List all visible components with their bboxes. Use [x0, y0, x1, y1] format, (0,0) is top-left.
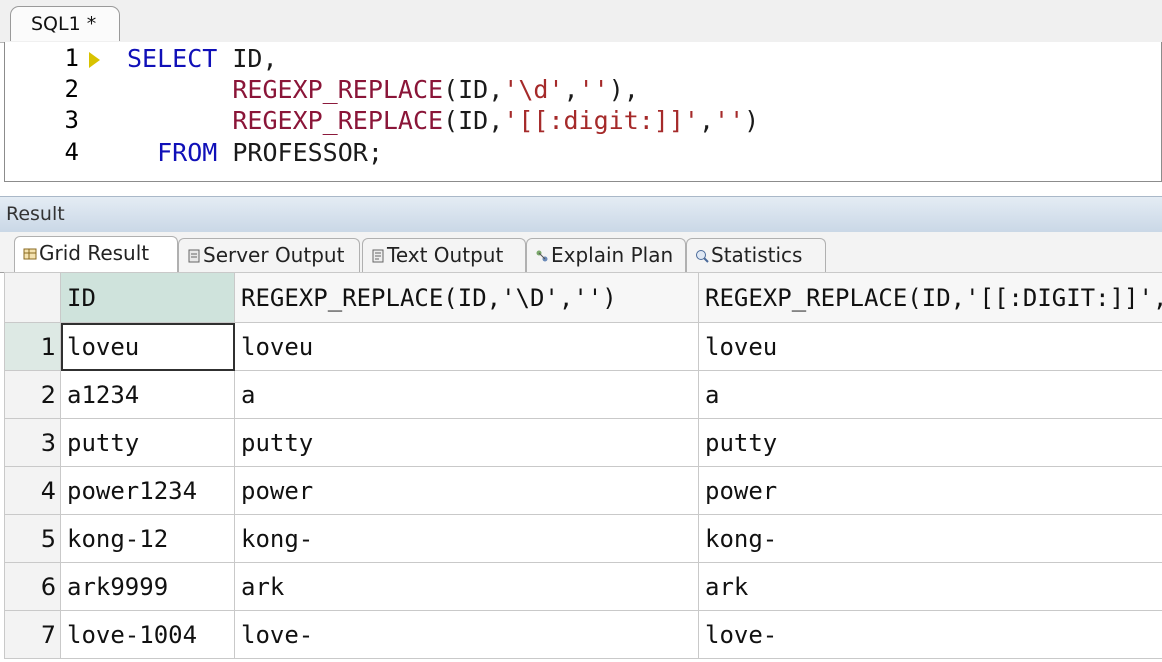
tab-text-output[interactable]: Text Output: [362, 238, 526, 272]
sql-text: ID,: [217, 44, 278, 73]
result-grid[interactable]: ID REGEXP_REPLACE(ID,'\D','') REGEXP_REP…: [4, 272, 1162, 662]
sql-function: REGEXP_REPLACE: [232, 75, 444, 104]
line-number: 2: [64, 75, 79, 103]
row-number[interactable]: 3: [4, 418, 61, 467]
editor-tab-strip: SQL1 *: [0, 0, 1162, 43]
sql-string: '': [578, 75, 609, 104]
line-number: 3: [64, 106, 79, 134]
tab-server-output[interactable]: Server Output: [178, 238, 360, 272]
explain-plan-icon: [536, 250, 548, 262]
table-cell[interactable]: a: [234, 370, 699, 419]
sql-text: (ID,: [443, 106, 504, 135]
table-cell[interactable]: love-: [698, 610, 1162, 659]
sql-function: REGEXP_REPLACE: [232, 106, 444, 135]
sql-string: '': [714, 106, 745, 135]
column-header-regexp-replace-digit[interactable]: REGEXP_REPLACE(ID,'[[:DIGIT:]]',''): [698, 272, 1162, 323]
table-row[interactable]: 2 a1234 a a: [4, 370, 1162, 419]
table-cell[interactable]: loveu: [698, 322, 1162, 371]
result-table: ID REGEXP_REPLACE(ID,'\D','') REGEXP_REP…: [4, 272, 1162, 659]
sql-text: ,: [698, 106, 715, 135]
tab-grid-result[interactable]: Grid Result: [14, 236, 178, 273]
table-row[interactable]: 1 loveu loveu loveu: [4, 322, 1162, 371]
table-row[interactable]: 4 power1234 power power: [4, 466, 1162, 515]
code-line[interactable]: REGEXP_REPLACE(ID,'\d',''),: [127, 75, 639, 104]
code-line[interactable]: SELECT ID,: [127, 44, 278, 73]
current-statement-arrow-icon: [89, 52, 100, 68]
tab-label: Explain Plan: [551, 243, 674, 267]
row-number[interactable]: 5: [4, 514, 61, 563]
table-row[interactable]: 3 putty putty putty: [4, 418, 1162, 467]
sql-text: ,: [563, 75, 579, 104]
table-row[interactable]: 5 kong-12 kong-kong-: [4, 514, 1162, 563]
table-cell[interactable]: power1234: [60, 466, 235, 515]
table-cell[interactable]: ark: [698, 562, 1162, 611]
column-header-id[interactable]: ID: [60, 272, 235, 323]
table-cell[interactable]: kong-12: [60, 514, 235, 563]
code-line[interactable]: REGEXP_REPLACE(ID,'[[:digit:]]',''): [127, 106, 759, 135]
grid-body: 1 loveu loveu loveu 2 a1234 a a 3 putty putty putty…: [4, 322, 1162, 659]
tab-label: Server Output: [203, 243, 345, 267]
table-cell[interactable]: putty: [698, 418, 1162, 467]
line-number: 1: [64, 44, 79, 72]
tab-label: Text Output: [387, 243, 504, 267]
sql-text: (ID,: [443, 75, 504, 104]
table-cell[interactable]: putty: [234, 418, 699, 467]
table-cell[interactable]: love-: [234, 610, 699, 659]
row-number[interactable]: 6: [4, 562, 61, 611]
tab-label: Statistics: [711, 243, 803, 267]
table-cell[interactable]: power: [698, 466, 1162, 515]
sql-editor[interactable]: 1 2 3 4 SELECT ID, REGEXP_REPLACE(ID,'\d…: [4, 42, 1162, 182]
row-number[interactable]: 2: [4, 370, 61, 419]
sql-text: ): [744, 106, 760, 135]
server-output-icon: [188, 249, 200, 263]
table-cell[interactable]: kong-: [698, 514, 1162, 563]
code-line[interactable]: FROM PROFESSOR;: [127, 138, 383, 167]
corner-cell[interactable]: [4, 272, 61, 323]
table-cell[interactable]: a: [698, 370, 1162, 419]
table-cell[interactable]: a1234: [60, 370, 235, 419]
table-cell[interactable]: kong-: [234, 514, 699, 563]
table-cell[interactable]: putty: [60, 418, 235, 467]
tab-sql1-label: SQL1 *: [31, 13, 97, 35]
header-row: ID REGEXP_REPLACE(ID,'\D','') REGEXP_REP…: [4, 272, 1162, 323]
table-cell[interactable]: ark: [234, 562, 699, 611]
result-tabs: Grid Result Server Output Text Output Ex…: [0, 232, 1162, 273]
tab-statistics[interactable]: Statistics: [686, 238, 826, 272]
row-number[interactable]: 1: [4, 322, 61, 371]
table-row[interactable]: 6 ark9999 ark ark: [4, 562, 1162, 611]
table-cell[interactable]: power: [234, 466, 699, 515]
result-panel-title: Result: [6, 203, 65, 225]
result-panel-header: Result: [0, 196, 1162, 233]
table-row[interactable]: 7 love-1004 love-love-: [4, 610, 1162, 659]
sql-string: '\d': [503, 75, 564, 104]
tab-sql1[interactable]: SQL1 *: [10, 6, 120, 41]
tab-explain-plan[interactable]: Explain Plan: [526, 238, 686, 272]
sql-keyword: SELECT: [127, 44, 218, 73]
sql-string: '[[:digit:]]': [503, 106, 699, 135]
table-cell[interactable]: loveu: [60, 322, 235, 371]
row-number[interactable]: 7: [4, 610, 61, 659]
sql-keyword: FROM: [157, 138, 218, 167]
row-number[interactable]: 4: [4, 466, 61, 515]
statistics-icon: [696, 250, 709, 263]
column-header-regexp-replace-d[interactable]: REGEXP_REPLACE(ID,'\D',''): [234, 272, 699, 323]
sql-text: ),: [608, 75, 639, 104]
text-output-icon: [372, 249, 384, 263]
line-number: 4: [64, 138, 79, 166]
table-cell[interactable]: love-1004: [60, 610, 235, 659]
sql-text: PROFESSOR;: [217, 138, 383, 167]
table-cell[interactable]: ark9999: [60, 562, 235, 611]
table-cell[interactable]: loveu: [234, 322, 699, 371]
line-number-gutter: 1 2 3 4: [5, 42, 109, 181]
tab-label: Grid Result: [39, 241, 150, 265]
grid-icon: [23, 248, 37, 260]
